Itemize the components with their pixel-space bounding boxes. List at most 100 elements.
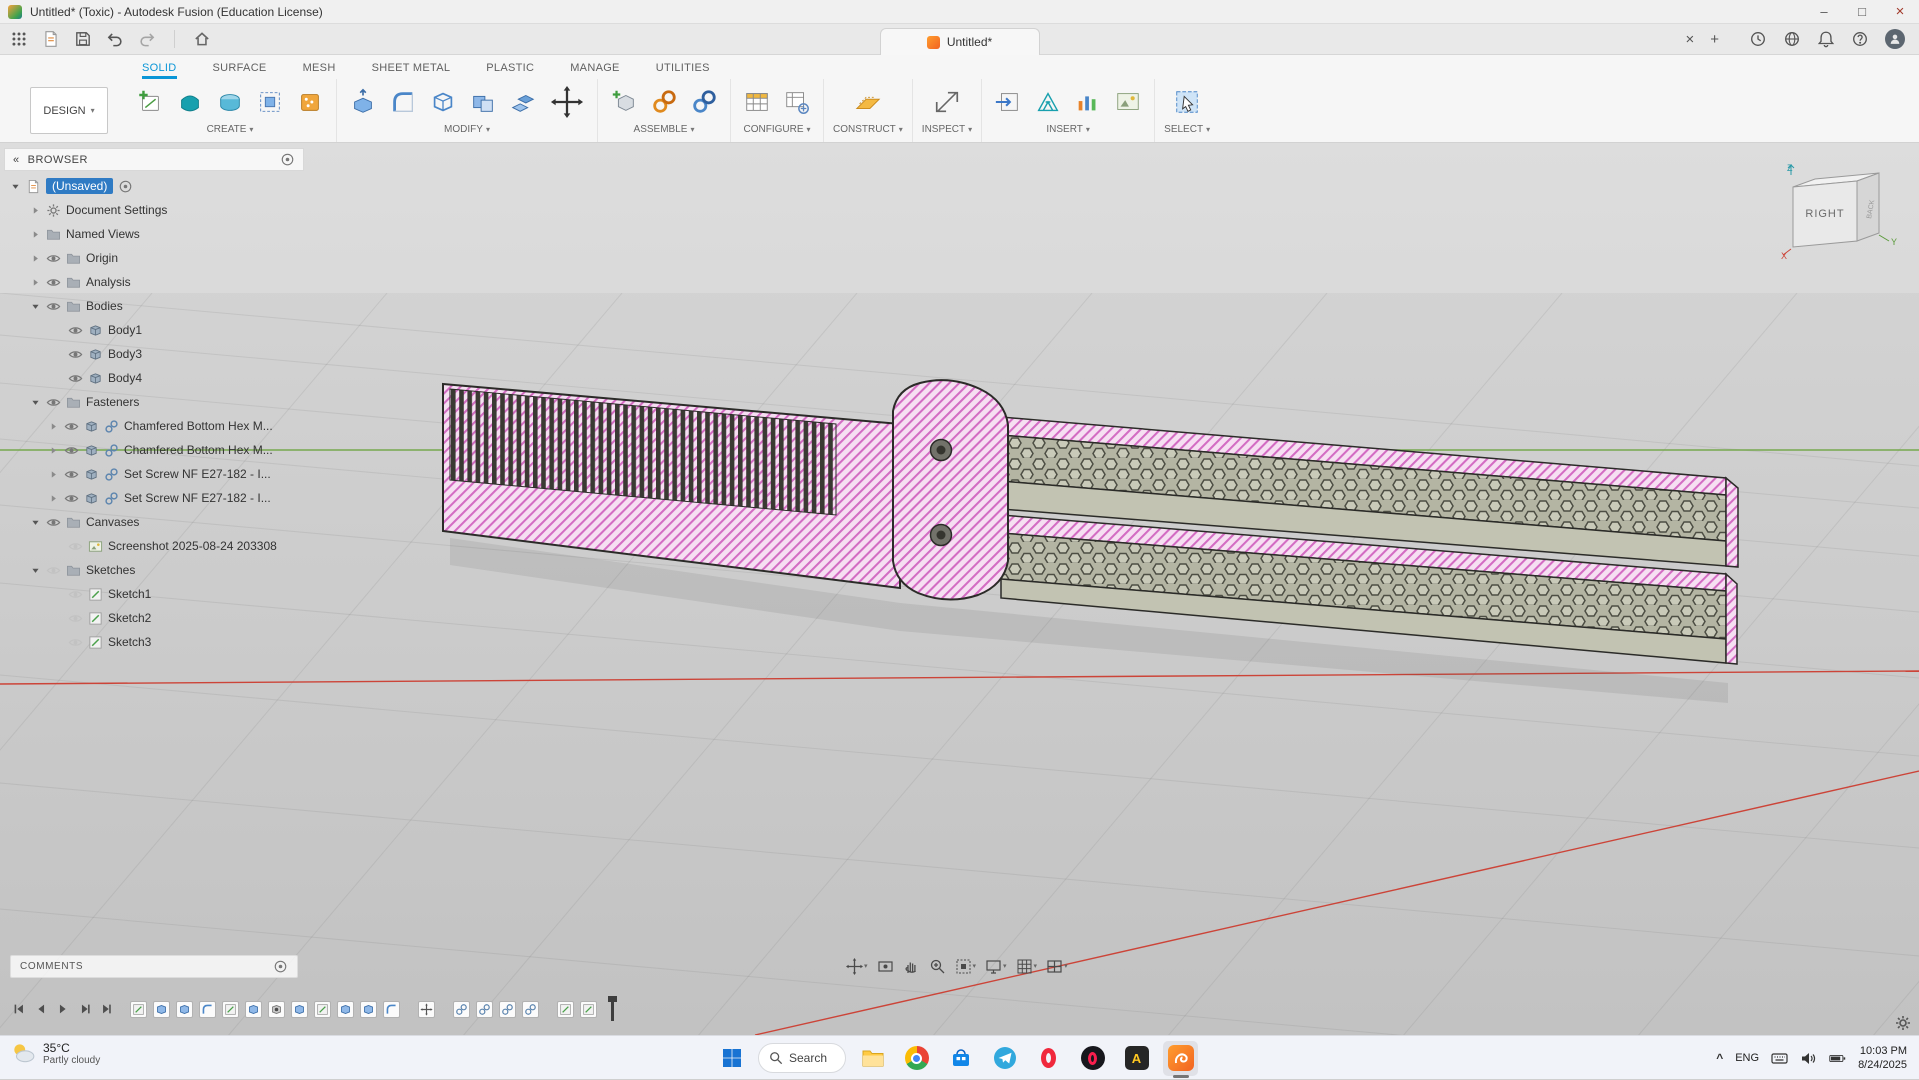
canvas-button[interactable] [1111, 83, 1145, 121]
collapse-panel-icon[interactable]: « [13, 154, 20, 166]
comments-bar[interactable]: COMMENTS [10, 955, 298, 978]
browser-item-root[interactable]: (Unsaved) [4, 174, 304, 198]
inspect-menu[interactable]: INSPECT▾ [922, 124, 972, 139]
tab-solid[interactable]: SOLID [142, 62, 177, 79]
timeline-step-forward-button[interactable] [74, 999, 96, 1019]
viewcube-front-label[interactable]: RIGHT [1805, 208, 1844, 220]
file-menu-icon[interactable] [42, 30, 60, 48]
eye-off-icon[interactable] [68, 539, 83, 554]
construction-plane-button[interactable] [851, 83, 885, 121]
modify-menu[interactable]: MODIFY▾ [444, 124, 490, 139]
taskbar-search[interactable]: Search [758, 1043, 846, 1073]
close-tab-icon[interactable]: × [1685, 31, 1694, 48]
timeline-feature-extrude[interactable] [360, 1001, 377, 1018]
press-pull-button[interactable] [346, 83, 380, 121]
opera-gx-button[interactable] [1075, 1041, 1110, 1076]
eye-off-icon[interactable] [68, 635, 83, 650]
eye-icon[interactable] [46, 515, 61, 530]
timeline-feature-sketch[interactable] [557, 1001, 574, 1018]
start-button[interactable] [714, 1041, 749, 1076]
create-surface-button[interactable] [213, 83, 247, 121]
hidden-icons-chevron[interactable]: ^ [1716, 1051, 1723, 1065]
eye-icon[interactable] [68, 323, 83, 338]
chrome-button[interactable] [899, 1041, 934, 1076]
input-language[interactable]: ENG [1735, 1052, 1759, 1064]
browser-item-sketch1[interactable]: Sketch1 [4, 582, 304, 606]
decal-button[interactable] [1071, 83, 1105, 121]
expand-icon[interactable] [48, 445, 59, 456]
timeline-feature-insert-link[interactable] [476, 1001, 493, 1018]
browser-item-fasteners[interactable]: Fasteners [4, 390, 304, 414]
insert-derive-button[interactable] [991, 83, 1025, 121]
joint-button[interactable] [647, 83, 681, 121]
browser-item-fastener-3[interactable]: Set Screw NF E27-182 - I... [4, 462, 304, 486]
fusion-taskbar-button[interactable] [1163, 1041, 1198, 1076]
configure-table-button[interactable] [740, 83, 774, 121]
configuration-insert-button[interactable] [780, 83, 814, 121]
undo-icon[interactable] [106, 30, 124, 48]
browser-item-fastener-2[interactable]: Chamfered Bottom Hex M... [4, 438, 304, 462]
eye-icon[interactable] [46, 395, 61, 410]
timeline-feature-insert-link[interactable] [453, 1001, 470, 1018]
timeline-feature-extrude[interactable] [337, 1001, 354, 1018]
close-button[interactable]: × [1881, 0, 1919, 24]
tab-plastic[interactable]: PLASTIC [486, 62, 534, 79]
minimize-button[interactable]: – [1805, 0, 1843, 24]
eye-icon[interactable] [46, 299, 61, 314]
pan-tool[interactable] [903, 958, 920, 975]
orbit-tool[interactable]: ▾ [846, 958, 868, 975]
document-tab[interactable]: Untitled* [880, 28, 1040, 55]
zoom-tool[interactable] [929, 958, 946, 975]
home-icon[interactable] [193, 30, 211, 48]
browser-item-sketch2[interactable]: Sketch2 [4, 606, 304, 630]
notifications-bell-icon[interactable] [1817, 30, 1835, 48]
eye-icon[interactable] [68, 371, 83, 386]
tab-manage[interactable]: MANAGE [570, 62, 619, 79]
timeline-scrubber[interactable] [611, 997, 614, 1021]
maximize-button[interactable]: □ [1843, 0, 1881, 24]
display-settings[interactable]: ▾ [985, 958, 1007, 975]
eye-off-icon[interactable] [46, 563, 61, 578]
clock[interactable]: 10:03 PM 8/24/2025 [1858, 1044, 1907, 1072]
eye-icon[interactable] [64, 443, 79, 458]
browser-item-body1[interactable]: Body1 [4, 318, 304, 342]
assemble-menu[interactable]: ASSEMBLE▾ [634, 124, 695, 139]
browser-item-sketch3[interactable]: Sketch3 [4, 630, 304, 654]
tab-sheet-metal[interactable]: SHEET METAL [372, 62, 451, 79]
timeline-feature-extrude[interactable] [176, 1001, 193, 1018]
move-copy-button[interactable] [546, 83, 588, 121]
expand-icon[interactable] [48, 421, 59, 432]
configure-menu[interactable]: CONFIGURE▾ [743, 124, 810, 139]
create-sketch-button[interactable] [133, 83, 167, 121]
timeline-feature-sketch[interactable] [130, 1001, 147, 1018]
tab-utilities[interactable]: UTILITIES [656, 62, 710, 79]
preferences-gear-icon[interactable] [1895, 1015, 1911, 1031]
new-tab-icon[interactable]: + [1710, 31, 1719, 48]
microsoft-store-button[interactable] [943, 1041, 978, 1076]
browser-item-bodies[interactable]: Bodies [4, 294, 304, 318]
save-icon[interactable] [74, 30, 92, 48]
view-cube[interactable]: RIGHT BACK Z X Y [1779, 157, 1901, 263]
activate-radio-icon[interactable] [118, 179, 133, 194]
battery-icon[interactable] [1829, 1050, 1846, 1067]
look-at-tool[interactable] [877, 958, 894, 975]
offset-face-button[interactable] [506, 83, 540, 121]
browser-item-screenshot-canvas[interactable]: Screenshot 2025-08-24 203308 [4, 534, 304, 558]
browser-item-canvases[interactable]: Canvases [4, 510, 304, 534]
expand-icon[interactable] [30, 253, 41, 264]
combine-button[interactable] [466, 83, 500, 121]
eye-off-icon[interactable] [68, 611, 83, 626]
timeline-feature-fillet[interactable] [199, 1001, 216, 1018]
browser-item-named-views[interactable]: Named Views [4, 222, 304, 246]
eye-off-icon[interactable] [68, 587, 83, 602]
browser-item-body3[interactable]: Body3 [4, 342, 304, 366]
online-status-icon[interactable] [1783, 30, 1801, 48]
browser-item-body4[interactable]: Body4 [4, 366, 304, 390]
comments-expand-icon[interactable] [273, 959, 288, 974]
eye-icon[interactable] [46, 251, 61, 266]
timeline-go-to-start-button[interactable] [8, 999, 30, 1019]
touch-keyboard-icon[interactable] [1771, 1050, 1788, 1067]
expand-icon[interactable] [30, 229, 41, 240]
fit-tool[interactable]: ▾ [955, 958, 977, 975]
insert-menu[interactable]: INSERT▾ [1046, 124, 1090, 139]
